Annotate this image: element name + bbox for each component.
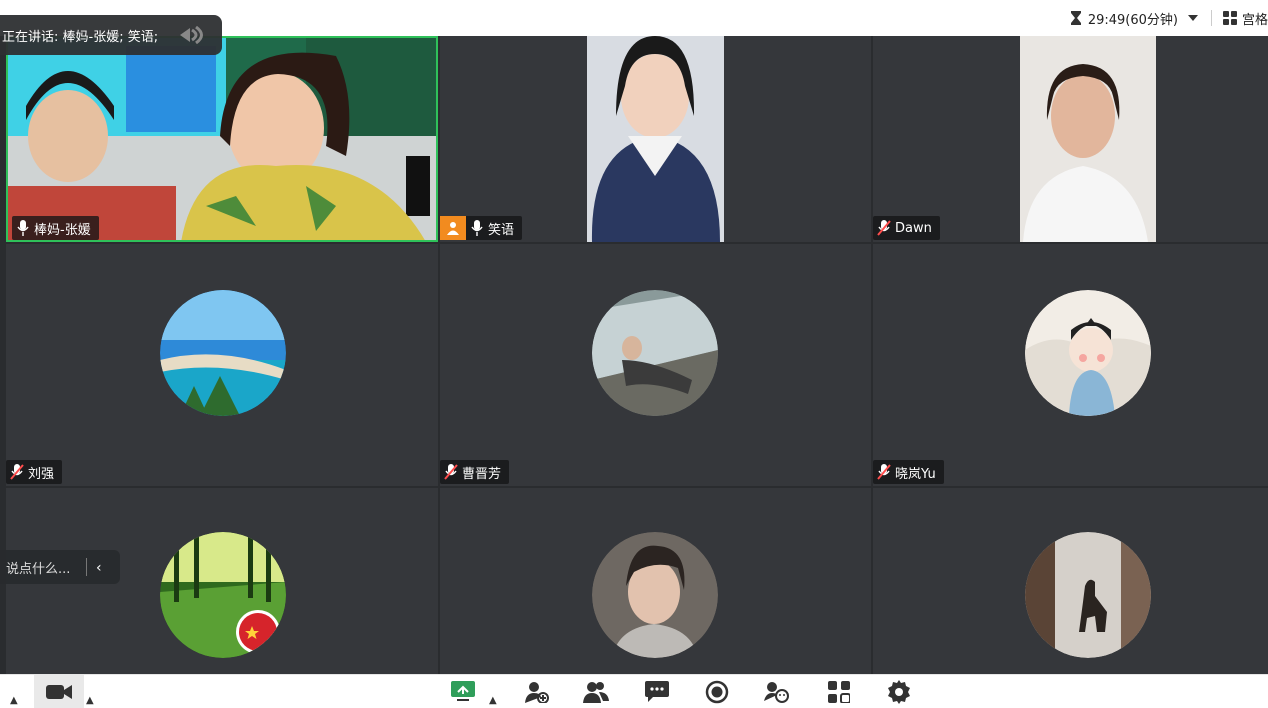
participant-tile[interactable]: 刘强: [6, 244, 438, 486]
grid-view-button[interactable]: 宫格: [1222, 8, 1268, 28]
divider: [86, 558, 87, 576]
chevron-down-icon: [1188, 15, 1198, 21]
record-icon: [705, 680, 729, 704]
apps-grid-icon: [828, 681, 850, 703]
active-speaker-text: 正在讲话: 棒妈-张媛; 笑语;: [2, 29, 159, 45]
participant-name: 刘强: [28, 466, 55, 482]
reactions-icon: [764, 682, 789, 703]
participant-tile[interactable]: [440, 488, 871, 674]
divider: [1211, 10, 1212, 26]
participant-video: [6, 36, 438, 242]
camera-icon: [46, 685, 72, 699]
participant-name: Dawn: [895, 220, 932, 236]
chat-input-pill[interactable]: 说点什么... ‹: [0, 550, 120, 584]
chevron-left-icon[interactable]: ‹: [96, 560, 102, 576]
participant-name: 曹晋芳: [462, 466, 502, 482]
participant-tile[interactable]: Dawn: [873, 36, 1268, 242]
speaker-wave-icon: [180, 26, 203, 44]
grid-icon: [1222, 11, 1237, 25]
participant-tile[interactable]: 笑语: [440, 36, 871, 242]
participant-tile[interactable]: 棒妈-张媛: [6, 36, 438, 242]
host-badge: [440, 216, 466, 240]
share-screen-icon: [451, 681, 475, 701]
share-screen-button[interactable]: [448, 675, 478, 708]
participant-avatar: [592, 290, 718, 416]
chevron-up-icon[interactable]: ▲: [10, 695, 18, 706]
chat-button[interactable]: [642, 675, 672, 708]
participant-tile[interactable]: [873, 488, 1268, 674]
active-speaker-banner: 正在讲话: 棒妈-张媛; 笑语;: [0, 15, 222, 55]
microphone-muted-icon: [444, 464, 458, 480]
meeting-window: 29:49(60分钟) 宫格 正在讲话: 棒妈-张媛; 笑语; 棒妈-张媛 笑语…: [0, 0, 1268, 708]
video-grid: 棒妈-张媛 笑语 Dawn 刘强 曹晋芳 晓岚Yu: [0, 36, 1268, 674]
grid-view-label: 宫格: [1241, 12, 1268, 28]
reactions-button[interactable]: [762, 675, 792, 708]
participant-video: [1020, 36, 1156, 242]
person-icon: [447, 222, 459, 235]
chat-icon: [645, 681, 669, 702]
participant-avatar: [160, 290, 286, 416]
apps-button[interactable]: [824, 675, 854, 708]
participant-nameplate: 棒妈-张媛: [12, 216, 99, 240]
participant-nameplate: 刘强: [6, 460, 63, 484]
participant-tile[interactable]: 曹晋芳: [440, 244, 871, 486]
settings-button[interactable]: [884, 675, 914, 708]
timer-text: 29:49(60分钟): [1087, 12, 1178, 28]
participant-avatar: [160, 532, 286, 658]
record-button[interactable]: [702, 675, 732, 708]
gear-icon: [888, 680, 910, 704]
hourglass-icon: [1070, 11, 1081, 25]
meeting-timer[interactable]: 29:49(60分钟): [1070, 8, 1198, 28]
microphone-icon: [471, 220, 483, 236]
participant-nameplate: 晓岚Yu: [873, 460, 944, 484]
chevron-up-icon[interactable]: ▲: [489, 695, 497, 706]
participant-name: 晓岚Yu: [895, 466, 936, 482]
participants-button[interactable]: [581, 675, 611, 708]
add-person-icon: [525, 682, 549, 703]
participant-avatar: [1025, 290, 1151, 416]
participant-name: 笑语: [488, 222, 515, 238]
microphone-muted-icon: [877, 220, 891, 236]
microphone-icon: [17, 220, 29, 236]
microphone-muted-icon: [877, 464, 891, 480]
participants-icon: [583, 682, 609, 703]
participant-nameplate: Dawn: [873, 216, 940, 240]
chevron-up-icon[interactable]: ▲: [86, 695, 94, 706]
participant-nameplate: 曹晋芳: [440, 460, 510, 484]
meeting-toolbar: ▲ ▲ ▲: [0, 674, 1268, 708]
participant-tile[interactable]: 晓岚Yu: [873, 244, 1268, 486]
participant-avatar: [592, 532, 718, 658]
participant-nameplate: 笑语: [440, 216, 523, 240]
participant-video: [587, 36, 724, 242]
invite-button[interactable]: [522, 675, 552, 708]
participant-name: 棒妈-张媛: [34, 222, 91, 238]
chat-placeholder: 说点什么...: [6, 561, 71, 577]
participant-avatar: [1025, 532, 1151, 658]
microphone-muted-icon: [10, 464, 24, 480]
camera-button[interactable]: [34, 675, 84, 708]
